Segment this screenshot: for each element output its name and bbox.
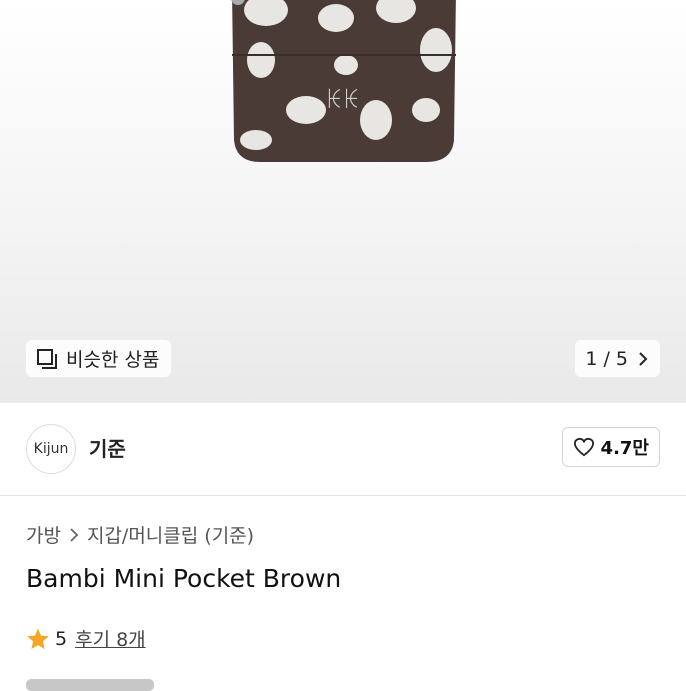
similar-icon [37,348,57,369]
product-image-carousel[interactable]: ꀘꀘ 비슷한 상품 1 / 5 [0,0,686,403]
seller-name[interactable]: 기준 [89,433,126,462]
product-image: ꀘꀘ [231,0,456,162]
image-counter: 1 / 5 [585,347,628,370]
product-title: Bambi Mini Pocket Brown [26,564,342,593]
breadcrumb-level2[interactable]: 지갑/머니클립 (기준) [87,521,254,548]
star-icon [27,628,49,649]
tag-placeholder [26,679,154,691]
rating-score: 5 [55,627,68,650]
breadcrumb: 가방 지갑/머니클립 (기준) [26,521,254,548]
svg-text:ꀘꀘ: ꀘꀘ [326,88,360,114]
similar-products-label: 비슷한 상품 [66,349,160,371]
rating-row: 5 후기 8개 [26,625,146,652]
chevron-right-icon [70,527,78,542]
seller-avatar[interactable]: Kijun [26,424,76,474]
similar-products-button[interactable]: 비슷한 상품 [26,340,172,377]
like-count: 4.7만 [600,438,649,459]
heart-icon [573,437,594,457]
image-counter-button[interactable]: 1 / 5 [575,340,660,377]
seller-avatar-text: Kijun [33,441,69,457]
chevron-right-icon [639,351,648,366]
like-button[interactable]: 4.7만 [561,427,660,467]
reviews-link[interactable]: 후기 8개 [75,625,146,652]
breadcrumb-level1[interactable]: 가방 [26,521,61,548]
seller-row: Kijun 기준 4.7만 [0,403,686,496]
